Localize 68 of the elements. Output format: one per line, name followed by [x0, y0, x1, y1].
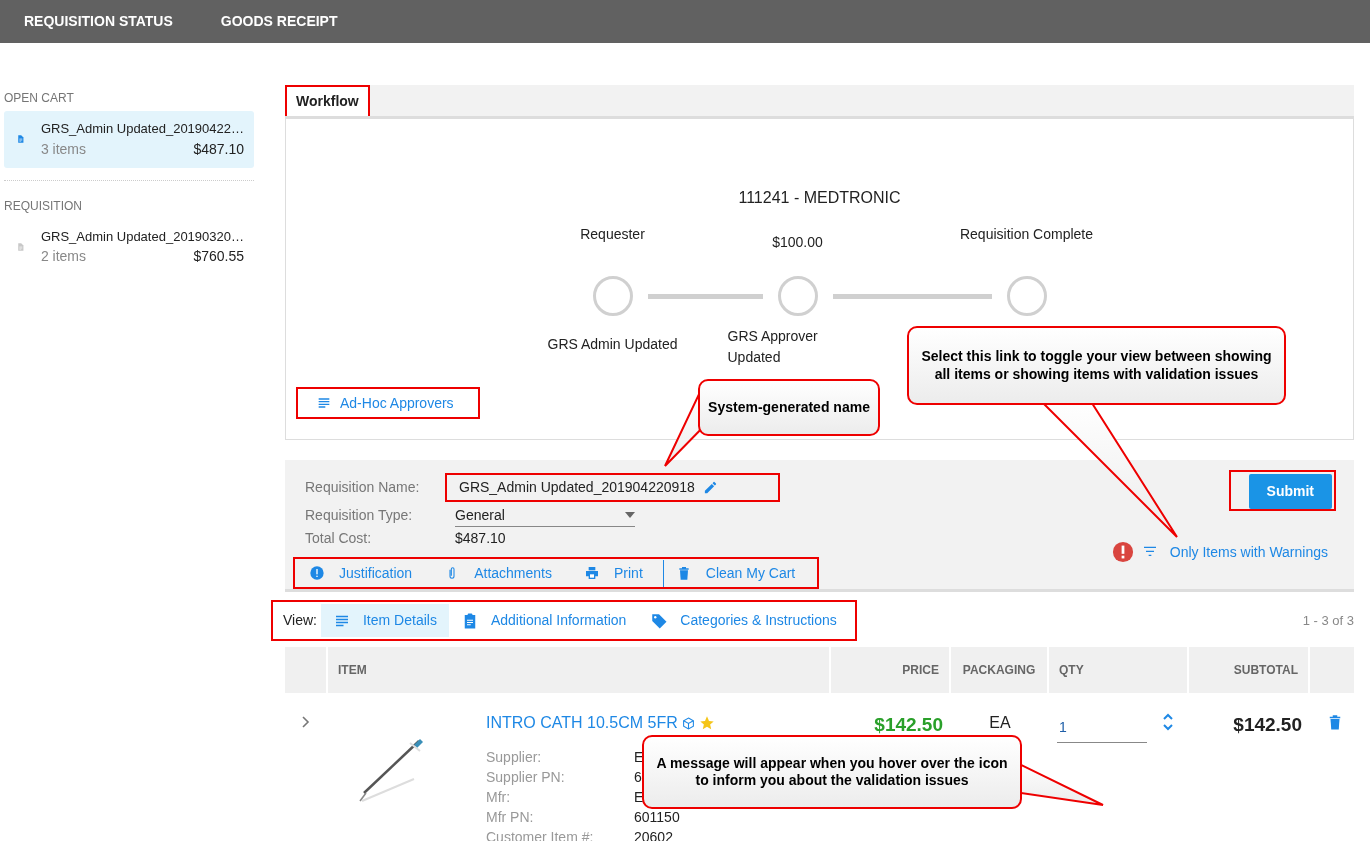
field-label: Requisition Type: [305, 506, 414, 525]
workflow-title: 111241 - MEDTRONIC [737, 188, 902, 208]
result-range: 1 - 3 of 3 [1302, 611, 1354, 630]
product-link[interactable]: INTRO CATH 10.5CM 5FR [486, 711, 678, 735]
step-label: Requisition Complete [959, 225, 1094, 244]
submit-button[interactable]: Submit [1248, 474, 1332, 509]
view-tab[interactable]: Item Details [321, 604, 449, 637]
spinner-icon [1163, 711, 1173, 733]
column-header: PACKAGING [962, 662, 1036, 679]
item-price: $142.50 [874, 714, 943, 735]
detail-value: 6 [634, 768, 642, 787]
warnings-filter-link[interactable]: Only Items with Warnings [1169, 541, 1328, 563]
detail-label: Mfr: [486, 788, 512, 807]
detail-label: Supplier PN: [486, 768, 566, 787]
warning-icon [1111, 541, 1134, 563]
view-label: View: [283, 611, 317, 630]
view-tab[interactable]: Categories & Instructions [638, 604, 849, 637]
cart-total: $487.10 [193, 139, 244, 159]
cart-item[interactable]: GRS_Admin Updated_20190320… 2 items $760.55 [4, 218, 254, 275]
action-button[interactable]: Attachments [432, 559, 572, 587]
step-label: $100.00 [772, 233, 823, 252]
chevron-icon [301, 715, 311, 730]
section-heading: REQUISITION [4, 197, 83, 215]
item-count: 3 items [40, 139, 87, 159]
column-header: QTY [1059, 662, 1084, 679]
field-label: Requisition Name: [305, 477, 421, 497]
cube-icon [681, 716, 695, 730]
cart-item[interactable]: GRS_Admin Updated_20190422… 3 items $487.10 [4, 111, 254, 168]
total-cost: $487.10 [455, 529, 506, 548]
cart-name: GRS_Admin Updated_20190320… [40, 227, 244, 246]
nav-link[interactable]: GOODS RECEIPT [220, 5, 338, 38]
packaging: EA [989, 714, 1011, 731]
callout: Select this link to toggle your view between showing all items or showing items with validation issues [907, 326, 1286, 405]
step-approver: GRS Admin Updated [547, 335, 678, 354]
ad-hoc-approvers-button[interactable]: Ad-Hoc Approvers [296, 387, 480, 419]
caret-icon [625, 512, 635, 518]
step-circle [1006, 276, 1047, 316]
step-label: Requester [580, 225, 645, 244]
exclamation-icon [309, 565, 325, 581]
item-subtotal: $142.50 [1233, 714, 1302, 735]
clean-cart-button[interactable]: Clean My Cart [662, 559, 816, 587]
view-tab[interactable]: Additional Information [448, 604, 639, 637]
workflow-tab[interactable]: Workflow [285, 85, 370, 118]
printer-icon [584, 565, 600, 581]
nav-link[interactable]: REQUISITION STATUS [24, 5, 173, 38]
detail-label: Supplier: [486, 748, 543, 767]
cart-name: GRS_Admin Updated_20190422… [40, 120, 244, 138]
step-approver: GRS Approver Updated [727, 327, 819, 367]
cart-total: $760.55 [193, 247, 244, 266]
action-button[interactable]: Print [572, 559, 663, 587]
detail-value: E [634, 748, 644, 767]
step-circle [592, 276, 633, 316]
tag-icon [650, 611, 669, 630]
list-icon [316, 395, 332, 411]
pencil-icon [702, 479, 718, 495]
step-circle [777, 276, 818, 316]
action-button[interactable]: Justification [297, 559, 433, 587]
detail-label: Mfr PN: [486, 808, 535, 827]
column-header: SUBTOTAL [1233, 662, 1298, 679]
section-heading: OPEN CART [4, 90, 75, 107]
detail-value: 601150 [634, 808, 680, 827]
item-count: 2 items [40, 247, 87, 266]
field-label: Total Cost: [305, 529, 373, 548]
requisition-name: GRS_Admin Updated_201904220918 [459, 477, 695, 497]
column-header: PRICE [902, 662, 939, 679]
type-select[interactable]: General [455, 504, 635, 527]
quantity-field[interactable]: 1 [1057, 713, 1147, 743]
column-header: ITEM [338, 662, 367, 679]
